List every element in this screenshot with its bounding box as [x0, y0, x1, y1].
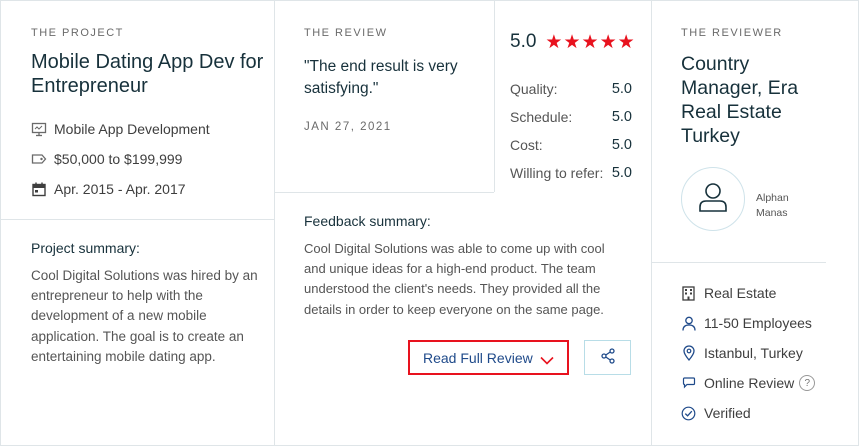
project-eyebrow: THE PROJECT [31, 27, 124, 39]
reviewer-review-type-label: Online Review [704, 375, 795, 391]
project-dates-label: Apr. 2015 - Apr. 2017 [54, 181, 186, 197]
rating-value: 5.0 [611, 81, 632, 97]
ratings-panel: 5.0 ★ ★ ★ ★ ★ Quality: 5.0 Schedule: 5.0… [494, 0, 651, 192]
project-title: Mobile Dating App Dev for Entrepreneur [31, 51, 264, 97]
overall-rating: 5.0 ★ ★ ★ ★ ★ [510, 31, 636, 53]
reviewer-employees-label: 11-50 Employees [704, 315, 812, 331]
project-budget: $50,000 to $199,999 [31, 149, 182, 169]
section-divider [0, 219, 274, 220]
review-quote: "The end result is very satisfying." [304, 58, 458, 97]
star-icon: ★ [617, 31, 635, 53]
project-budget-label: $50,000 to $199,999 [54, 151, 183, 167]
calendar-icon [31, 181, 47, 197]
project-service-label: Mobile App Development [54, 121, 210, 137]
price-tag-icon [31, 151, 47, 167]
verified-check-icon [681, 405, 696, 421]
project-summary: Cool Digital Solutions was hired by an e… [31, 268, 258, 364]
rating-value: 5.0 [611, 165, 632, 181]
reviewer-eyebrow: THE REVIEWER [681, 27, 783, 39]
help-icon[interactable]: ? [799, 375, 816, 391]
project-summary-label: Project summary: [31, 240, 140, 256]
feedback-summary-label: Feedback summary: [304, 213, 431, 229]
star-icon: ★ [545, 31, 563, 53]
reviewer-verified-label: Verified [704, 405, 751, 421]
star-icon: ★ [563, 31, 581, 53]
share-button[interactable] [584, 340, 631, 375]
rating-quality: Quality: 5.0 [510, 81, 632, 97]
share-icon [600, 348, 616, 367]
building-icon [681, 285, 696, 301]
rating-label: Quality: [510, 81, 558, 97]
user-icon [696, 180, 730, 219]
reviewer-location-label: Istanbul, Turkey [704, 345, 803, 361]
location-pin-icon [681, 345, 696, 361]
project-dates: Apr. 2015 - Apr. 2017 [31, 179, 186, 199]
reviewer-industry: Real Estate [681, 283, 776, 303]
column-divider [274, 0, 275, 446]
avatar [681, 167, 745, 231]
project-service: Mobile App Development [31, 119, 210, 139]
reviewer-verified: Verified [681, 403, 751, 423]
reviewer-location: Istanbul, Turkey [681, 343, 803, 363]
rating-cost: Cost: 5.0 [510, 137, 632, 153]
star-icon: ★ [599, 31, 617, 53]
rating-value: 5.0 [611, 109, 632, 125]
rating-label: Willing to refer: [510, 165, 604, 181]
chevron-down-icon [540, 352, 554, 368]
reviewer-industry-label: Real Estate [704, 285, 777, 301]
chat-bubble-icon [681, 375, 696, 391]
overall-score: 5.0 [510, 31, 537, 52]
rating-label: Cost: [510, 137, 543, 153]
read-full-review-button[interactable]: Read Full Review [408, 340, 569, 375]
read-full-review-label: Read Full Review [423, 349, 533, 366]
section-divider [652, 262, 826, 263]
rating-willing-to-refer: Willing to refer: 5.0 [510, 165, 632, 181]
column-divider [651, 0, 652, 446]
reviewer-review-type: Online Review ? [681, 373, 816, 393]
reviewer-employees: 11-50 Employees [681, 313, 812, 333]
rating-value: 5.0 [611, 137, 632, 153]
feedback-summary: Cool Digital Solutions was able to come … [304, 241, 605, 317]
review-date: JAN 27, 2021 [304, 121, 392, 133]
review-eyebrow: THE REVIEW [304, 27, 388, 39]
rating-label: Schedule: [510, 109, 573, 125]
rating-schedule: Schedule: 5.0 [510, 109, 632, 125]
section-divider [275, 192, 494, 193]
person-icon [681, 315, 696, 331]
star-icon: ★ [581, 31, 599, 53]
reviewer-title: Country Manager, Era Real Estate Turkey [681, 53, 799, 147]
monitor-icon [31, 121, 47, 137]
reviewer-name: Alphan Manas [756, 192, 789, 219]
